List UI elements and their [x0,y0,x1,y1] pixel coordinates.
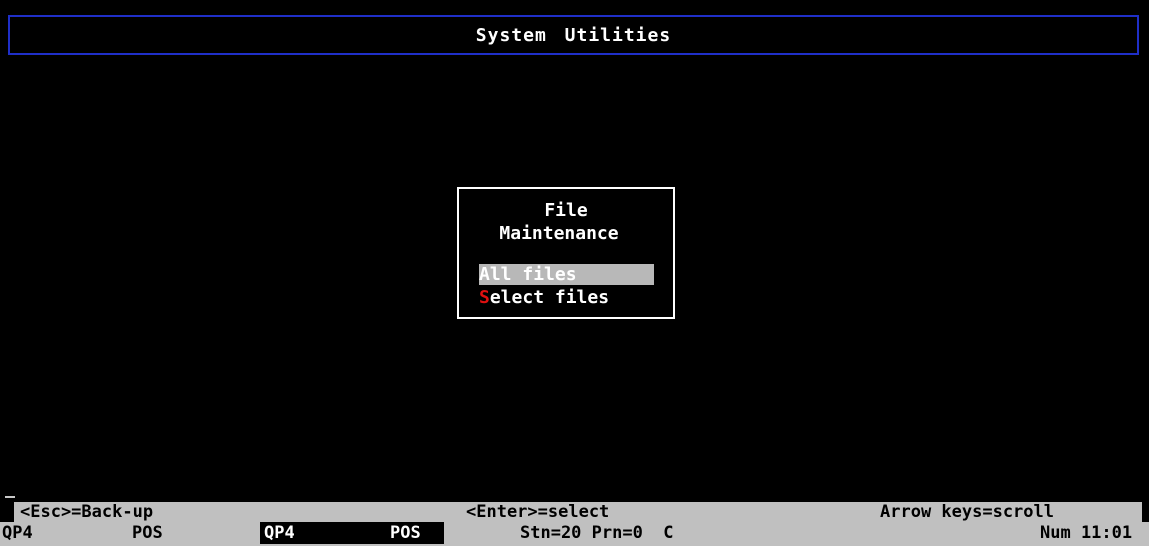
option-hotkey: A [479,264,490,285]
option-label: elect files [489,287,610,308]
dialog-title-line2: Maintenance [499,223,619,244]
status-bar: QP4 POS QP4 POS Stn=20 Prn=0 C Num 11:01 [0,522,1149,546]
status-num-clock: Num 11:01 [1040,523,1133,543]
help-esc-back-up: <Esc>=Back-up [20,502,154,522]
title-bar: System Utilities [8,15,1139,55]
option-label: ll files [489,264,577,285]
menu-option-select-files[interactable]: Select files [479,287,609,308]
dialog-title-line1: File [544,200,588,221]
help-enter-select: <Enter>=select [466,502,610,522]
help-arrow-keys-scroll: Arrow keys=scroll [880,502,1054,522]
file-maintenance-dialog: File Maintenance All files Select files [457,187,675,319]
status-qp4: QP4 [2,523,33,543]
text-cursor [5,496,15,498]
status-pos: POS [132,523,163,543]
key-help-bar: <Esc>=Back-up <Enter>=select Arrow keys=… [14,502,1142,522]
window-title: System Utilities [475,24,672,46]
status-qp4-active: QP4 [260,522,386,544]
status-pos-active: POS [382,522,444,544]
option-hotkey: S [479,287,490,308]
menu-option-all-files[interactable]: All files [479,264,654,285]
status-station-printer: Stn=20 Prn=0 C [520,523,674,543]
